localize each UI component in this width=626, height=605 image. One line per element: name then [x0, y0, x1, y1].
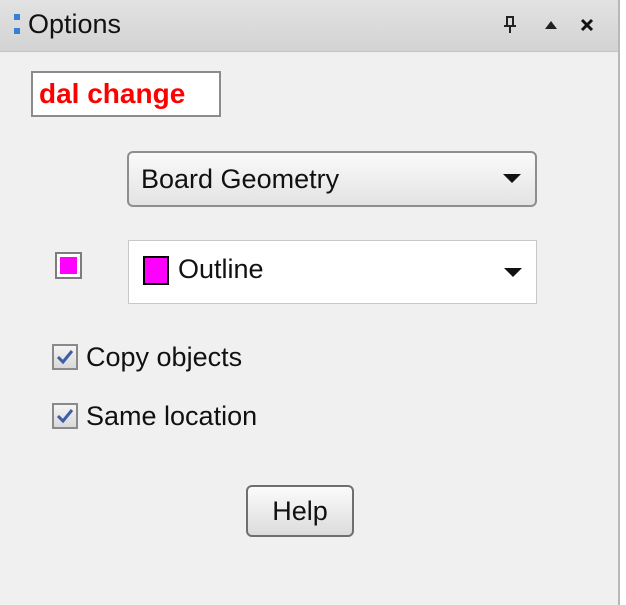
panel-title: Options — [28, 9, 122, 39]
help-button[interactable]: Help — [246, 485, 354, 537]
close-icon[interactable] — [572, 10, 602, 40]
drag-grip-icon[interactable] — [14, 14, 20, 36]
checkmark-icon — [56, 409, 74, 424]
color-swatch-fill — [60, 257, 77, 274]
same-location-checkbox[interactable] — [52, 403, 78, 429]
color-picker-swatch[interactable] — [55, 252, 82, 279]
chevron-down-icon[interactable] — [504, 268, 522, 277]
panel-titlebar[interactable]: Options — [0, 0, 618, 52]
checkmark-icon — [56, 350, 74, 365]
collapse-icon[interactable] — [536, 10, 566, 40]
subclass-select[interactable]: Outline — [128, 240, 537, 304]
status-label: dal change — [31, 71, 221, 117]
chevron-down-icon[interactable] — [503, 174, 521, 183]
class-select[interactable]: Board Geometry — [127, 151, 537, 207]
subclass-select-value: Outline — [178, 254, 264, 284]
subclass-color-swatch — [143, 256, 169, 285]
class-select-value: Board Geometry — [141, 164, 340, 194]
copy-objects-checkbox[interactable] — [52, 344, 78, 370]
copy-objects-label: Copy objects — [86, 341, 243, 372]
same-location-option[interactable]: Same location — [52, 401, 257, 431]
same-location-label: Same location — [86, 400, 258, 431]
options-panel: Options dal change Board Geometry Outlin… — [0, 0, 618, 605]
copy-objects-option[interactable]: Copy objects — [52, 342, 242, 372]
window-edge — [618, 0, 626, 605]
pin-icon[interactable] — [495, 10, 525, 40]
